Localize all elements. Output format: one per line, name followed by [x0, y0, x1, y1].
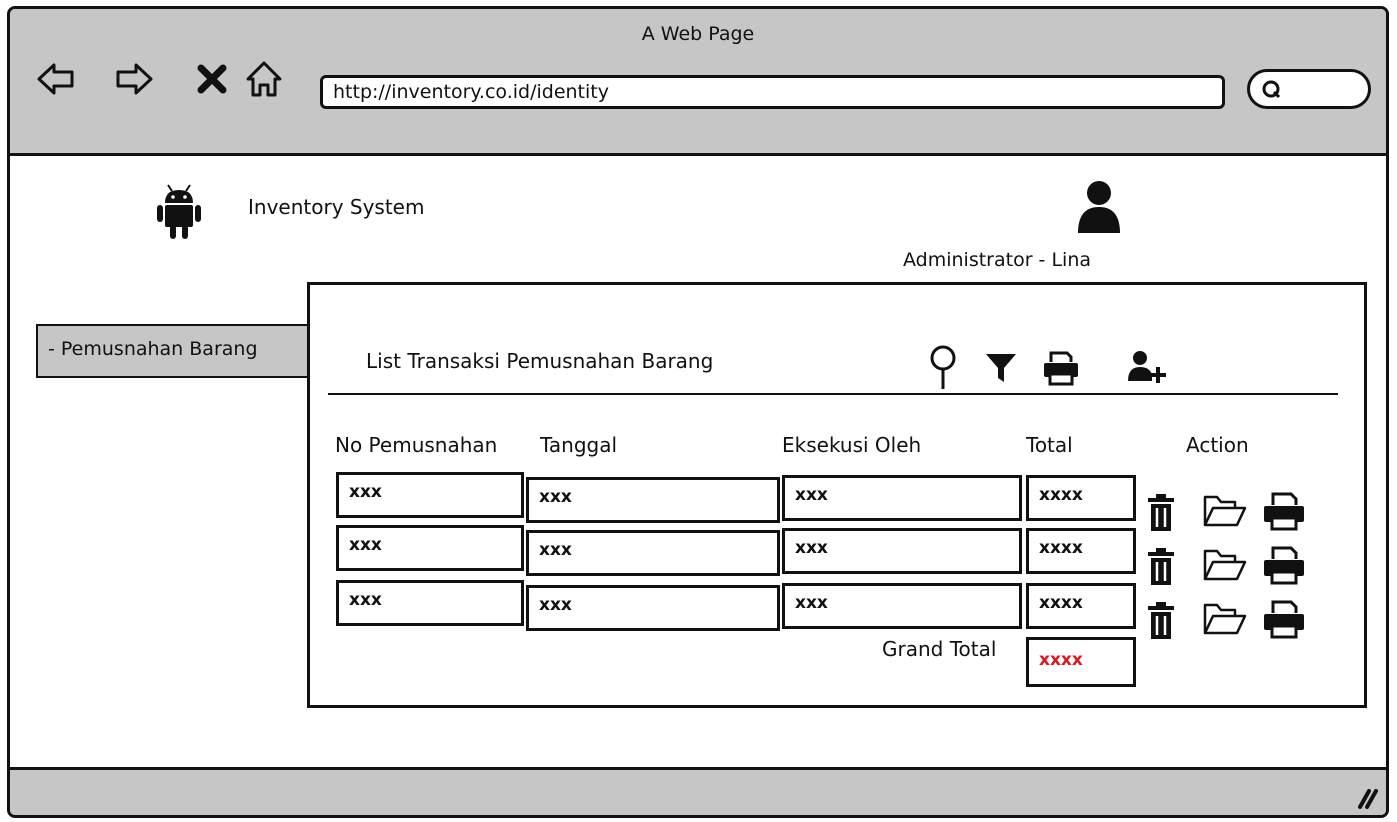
panel-title: List Transaksi Pemusnahan Barang — [366, 349, 714, 373]
col-header-action: Action — [1186, 433, 1249, 457]
status-bar — [10, 767, 1386, 815]
sidebar-item-pemusnahan-barang[interactable]: - Pemusnahan Barang — [36, 324, 318, 378]
browser-window: A Web Page http://inventory.co.id/identi… — [7, 6, 1389, 818]
filter-icon[interactable] — [984, 351, 1018, 385]
search-icon — [1262, 80, 1281, 99]
cell-total: xxxx — [1026, 528, 1136, 574]
col-header-no: No Pemusnahan — [335, 433, 498, 457]
browser-search-field[interactable] — [1247, 69, 1371, 109]
cell-eksekusi: xxx — [782, 475, 1022, 521]
forward-icon[interactable] — [114, 59, 154, 99]
trash-icon[interactable] — [1146, 547, 1176, 587]
col-header-tanggal: Tanggal — [540, 433, 618, 457]
col-header-eksekusi: Eksekusi Oleh — [782, 433, 922, 457]
user-icon — [1078, 181, 1120, 233]
print-icon[interactable] — [1042, 350, 1080, 386]
add-user-icon[interactable] — [1128, 349, 1172, 385]
resize-grip-icon[interactable] — [1354, 785, 1378, 809]
trash-icon[interactable] — [1146, 601, 1176, 641]
cell-tanggal: xxx — [526, 477, 780, 523]
android-icon — [157, 184, 201, 239]
cell-no: xxx — [336, 472, 524, 518]
title-divider — [328, 393, 1338, 395]
cell-eksekusi: xxx — [782, 528, 1022, 574]
print-icon[interactable] — [1262, 491, 1306, 531]
cell-tanggal: xxx — [526, 530, 780, 576]
print-icon[interactable] — [1262, 545, 1306, 585]
folder-open-icon[interactable] — [1202, 493, 1248, 529]
home-icon[interactable] — [244, 59, 284, 99]
folder-open-icon[interactable] — [1202, 547, 1248, 583]
user-name: Administrator - Lina — [903, 249, 1092, 271]
cell-total: xxxx — [1026, 475, 1136, 521]
trash-icon[interactable] — [1146, 493, 1176, 533]
window-title: A Web Page — [641, 23, 755, 45]
grand-total-value: xxxx — [1026, 637, 1136, 687]
cell-eksekusi: xxx — [782, 583, 1022, 629]
cell-no: xxx — [336, 525, 524, 571]
browser-toolbar: A Web Page http://inventory.co.id/identi… — [10, 9, 1386, 156]
folder-open-icon[interactable] — [1202, 601, 1248, 637]
cell-total: xxxx — [1026, 583, 1136, 629]
url-bar[interactable]: http://inventory.co.id/identity — [320, 75, 1225, 109]
app-brand: Inventory System — [248, 195, 425, 219]
grand-total-label: Grand Total — [882, 637, 997, 661]
print-icon[interactable] — [1262, 599, 1306, 639]
close-icon[interactable] — [192, 59, 232, 99]
cell-no: xxx — [336, 580, 524, 626]
cell-tanggal: xxx — [526, 585, 780, 631]
transaction-list-panel: List Transaksi Pemusnahan Barang No Pemu… — [307, 282, 1367, 708]
col-header-total: Total — [1026, 433, 1073, 457]
search-icon[interactable] — [928, 345, 958, 391]
back-icon[interactable] — [36, 59, 76, 99]
